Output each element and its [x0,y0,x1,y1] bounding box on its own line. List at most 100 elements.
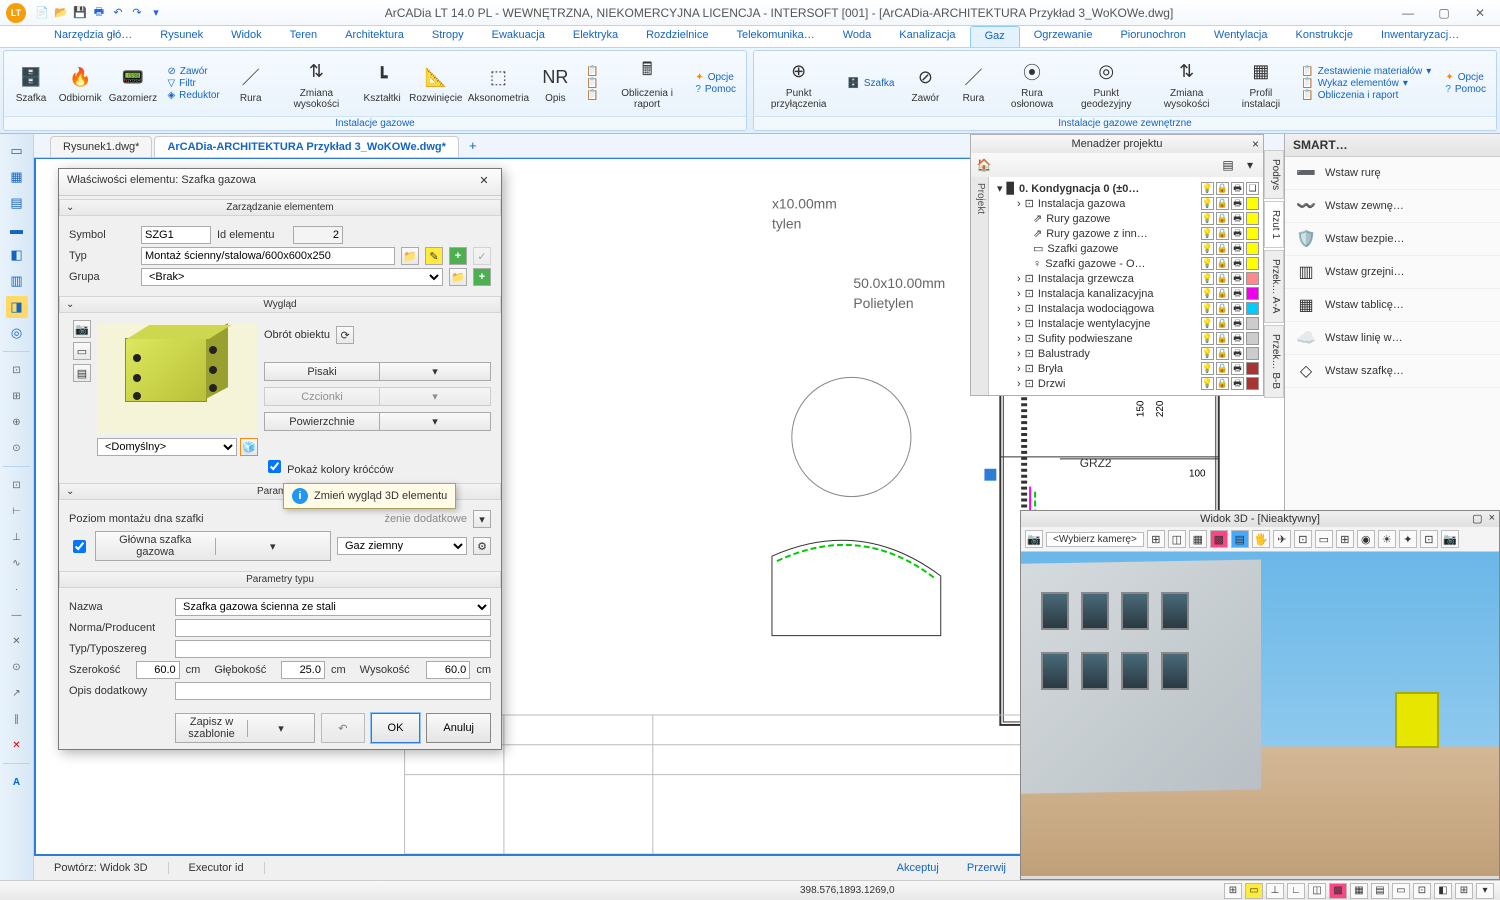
snap-11[interactable]: ✕ [6,630,28,652]
dlg-sect-look[interactable]: ⌄Wygląd [59,296,501,313]
rib-opcje-ext[interactable]: ✦Opcje [1445,72,1486,83]
rib-zmiana-wys[interactable]: ⇅Zmiana wysokości [278,55,355,112]
rib-rura-ext[interactable]: ／Rura [952,55,994,112]
v3d-t4[interactable]: ▩ [1210,530,1228,548]
pm-sidetab[interactable]: Projekt [971,177,989,395]
pm-tree-row[interactable]: ⇗Rury gazowe💡🔒🖶 [989,211,1263,226]
lb-8[interactable]: ◎ [6,322,28,344]
rib-wykaz[interactable]: 📋Wykaz elementów▾ [1301,78,1431,89]
btn-grp-add[interactable]: + [473,268,491,286]
v3d-t10[interactable]: ⊞ [1336,530,1354,548]
btn-typ-add[interactable]: + [449,247,467,265]
dlg-close-button[interactable]: ✕ [475,174,493,190]
snap-12[interactable]: ⊙ [6,656,28,678]
input-symbol[interactable] [141,226,211,244]
st-8[interactable]: ▤ [1371,883,1389,899]
st-1[interactable]: ⊞ [1224,883,1242,899]
input-opis[interactable] [175,682,491,700]
lb-4[interactable]: ▬ [6,218,28,240]
input-norma[interactable] [175,619,491,637]
v3d-t2[interactable]: ◫ [1168,530,1186,548]
v3d-t14[interactable]: ⊡ [1420,530,1438,548]
v3d-t12[interactable]: ☀ [1378,530,1396,548]
rib-zawor-ext[interactable]: ⊘Zawór [904,55,946,112]
snap-3[interactable]: ⊕ [6,411,28,433]
ribbon-tab[interactable]: Kanalizacja [885,26,969,47]
ribbon-tab[interactable]: Wentylacja [1200,26,1282,47]
lb-1[interactable]: ▭ [6,140,28,162]
v3d-t15[interactable]: 📷 [1441,530,1459,548]
view3d-max[interactable]: ▢ [1472,512,1482,525]
view3d-close[interactable]: × [1489,512,1495,525]
btn-box[interactable]: ▭ [73,342,91,360]
ribbon-tab[interactable]: Rozdzielnice [632,26,722,47]
doc-tab-1[interactable]: Rysunek1.dwg* [50,136,152,157]
rib-rura-osl[interactable]: ⦿Rura osłonowa [1000,55,1063,112]
snap-a[interactable]: A [6,771,28,793]
rib-profil[interactable]: ▦Profil instalacji [1230,55,1291,112]
pm-tree-row[interactable]: ›⊡Sufity podwieszane💡🔒🖶 [989,331,1263,346]
input-gleb[interactable] [281,661,325,679]
lb-5[interactable]: ◧ [6,244,28,266]
cmd-powtorz[interactable]: Powtórz: Widok 3D [34,862,169,874]
st-12[interactable]: ⊞ [1455,883,1473,899]
ribbon-tab[interactable]: Piorunochron [1106,26,1199,47]
snap-13[interactable]: ↗ [6,682,28,704]
v3d-t7[interactable]: ✈ [1273,530,1291,548]
pm-tree-row[interactable]: ›⊡Bryła💡🔒🖶 [989,361,1263,376]
rib-szafka-ext[interactable]: 🗄️Szafka [843,55,898,112]
v3d-t1[interactable]: ⊞ [1147,530,1165,548]
st-6[interactable]: ▩ [1329,883,1347,899]
btn-zapisz-szablon[interactable]: Zapisz w szablonie▾ [175,713,315,743]
btn-sheet[interactable]: ▤ [73,364,91,382]
select-style[interactable]: <Domyślny> [97,438,237,456]
st-2[interactable]: ▭ [1245,883,1263,899]
pm-tree-row[interactable]: ›⊡Instalacja kanalizacyjna💡🔒🖶 [989,286,1263,301]
lb-7[interactable]: ◨ [6,296,28,318]
rib-filtr[interactable]: ▽Filtr [167,78,219,89]
st-5[interactable]: ◫ [1308,883,1326,899]
pm-tree-row[interactable]: ›⊡Instalacja grzewcza💡🔒🖶 [989,271,1263,286]
vtab[interactable]: Podrys [1264,150,1284,199]
minimize-button[interactable]: — [1394,3,1422,23]
rib-szafka[interactable]: 🗄️Szafka [10,55,52,112]
qat-redo-icon[interactable]: ↷ [129,5,145,21]
rib-zest-mat[interactable]: 📋Zestawienie materiałów▾ [1301,66,1431,77]
btn-style-3d[interactable]: 🧊 [240,438,258,456]
rib-ksztaltki[interactable]: ┗Kształtki [361,55,403,112]
v3d-t8[interactable]: ⊡ [1294,530,1312,548]
pm-tree-row[interactable]: ♀Szafki gazowe - O…💡🔒🖶 [989,256,1263,271]
view3d-scene[interactable] [1021,552,1499,876]
snap-9[interactable]: · [6,578,28,600]
lb-6[interactable]: ▥ [6,270,28,292]
select-nazwa[interactable]: Szafka gazowa ścienna ze stali [175,598,491,616]
ribbon-tab[interactable]: Teren [276,26,332,47]
st-10[interactable]: ⊡ [1413,883,1431,899]
rib-pomoc[interactable]: ?Pomoc [695,84,736,95]
rib-obliczenia[interactable]: 🖩Obliczenia i raport [609,55,685,112]
snap-2[interactable]: ⊞ [6,385,28,407]
input-typt[interactable] [175,640,491,658]
pm-tree-row[interactable]: ›⊡Instalacje wentylacyjne💡🔒🖶 [989,316,1263,331]
v3d-t6[interactable]: 🖐 [1252,530,1270,548]
ribbon-tab[interactable]: Inwentaryzacj… [1367,26,1473,47]
smart-item[interactable]: ▦Wstaw tablicę… [1285,289,1500,322]
st-11[interactable]: ◧ [1434,883,1452,899]
ribbon-tab[interactable]: Woda [829,26,886,47]
ribbon-tab[interactable]: Narzędzia głó… [40,26,146,47]
combo-glowna[interactable]: Główna szafka gazowa▾ [95,531,331,561]
qat-undo-icon[interactable]: ↶ [110,5,126,21]
qat-print-icon[interactable]: 🖶 [91,5,107,21]
cmd-akceptuj[interactable]: Akceptuj [883,862,953,874]
rib-opis[interactable]: NROpis [534,55,576,112]
rib-opcje[interactable]: ✦Opcje [695,72,736,83]
v3d-t11[interactable]: ◉ [1357,530,1375,548]
snap-15[interactable]: ✕ [6,734,28,756]
pm-tree-row[interactable]: ▭Szafki gazowe💡🔒🖶 [989,241,1263,256]
st-9[interactable]: ▭ [1392,883,1410,899]
lb-3[interactable]: ▤ [6,192,28,214]
btn-typ-edit[interactable]: ✎ [425,247,443,265]
dlg-sect-manage[interactable]: ⌄Zarządzanie elementem [59,199,501,216]
qat-open-icon[interactable]: 📂 [53,5,69,21]
smart-item[interactable]: ➖Wstaw rurę [1285,157,1500,190]
